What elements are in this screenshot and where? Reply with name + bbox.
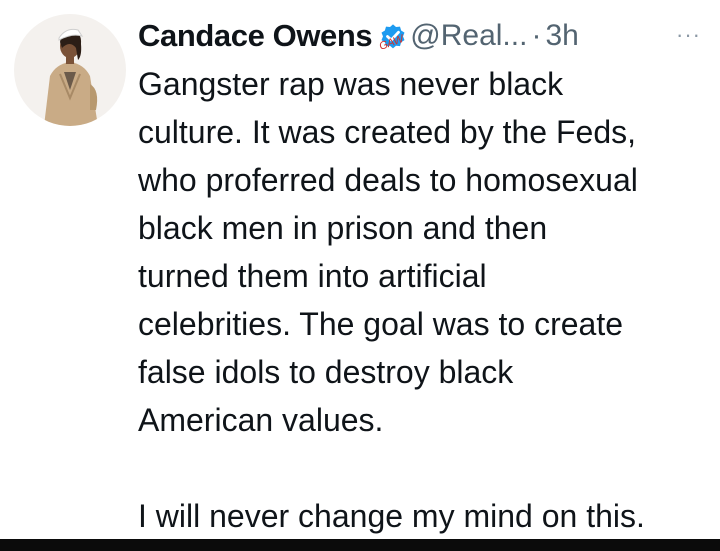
timestamp[interactable]: 3h (545, 19, 578, 53)
tweet-card: Candace Owens GAW @Real... · 3h ··· Gang… (0, 0, 720, 551)
verified-badge-icon: GAW (378, 21, 408, 53)
tweet-text-line: turned them into artificial (138, 258, 487, 294)
user-handle[interactable]: @Real... (410, 19, 527, 53)
avatar-image (14, 14, 126, 126)
separator-dot: · (531, 19, 542, 52)
avatar[interactable] (14, 14, 126, 126)
tweet-text-line: who proferred deals to homosexual (138, 162, 638, 198)
tweet-text-line: I will never change my mind on this. (138, 498, 645, 534)
more-icon[interactable]: ··· (676, 22, 701, 48)
tweet-text-blank-line (138, 444, 718, 492)
tweet-text-line: black men in prison and then (138, 210, 548, 246)
tweet-text-line: American values. (138, 402, 384, 438)
tweet-text-line: celebrities. The goal was to create (138, 306, 623, 342)
tweet-text: Gangster rap was never black culture. It… (138, 60, 718, 540)
bottom-edge-bar (0, 539, 720, 551)
tweet-text-line: false idols to destroy black (138, 354, 514, 390)
tweet-text-line: Gangster rap was never black (138, 66, 564, 102)
display-name[interactable]: Candace Owens (138, 18, 373, 54)
tweet-header: Candace Owens GAW @Real... · 3h (138, 14, 579, 58)
tweet-text-line: culture. It was created by the Feds, (138, 114, 637, 150)
